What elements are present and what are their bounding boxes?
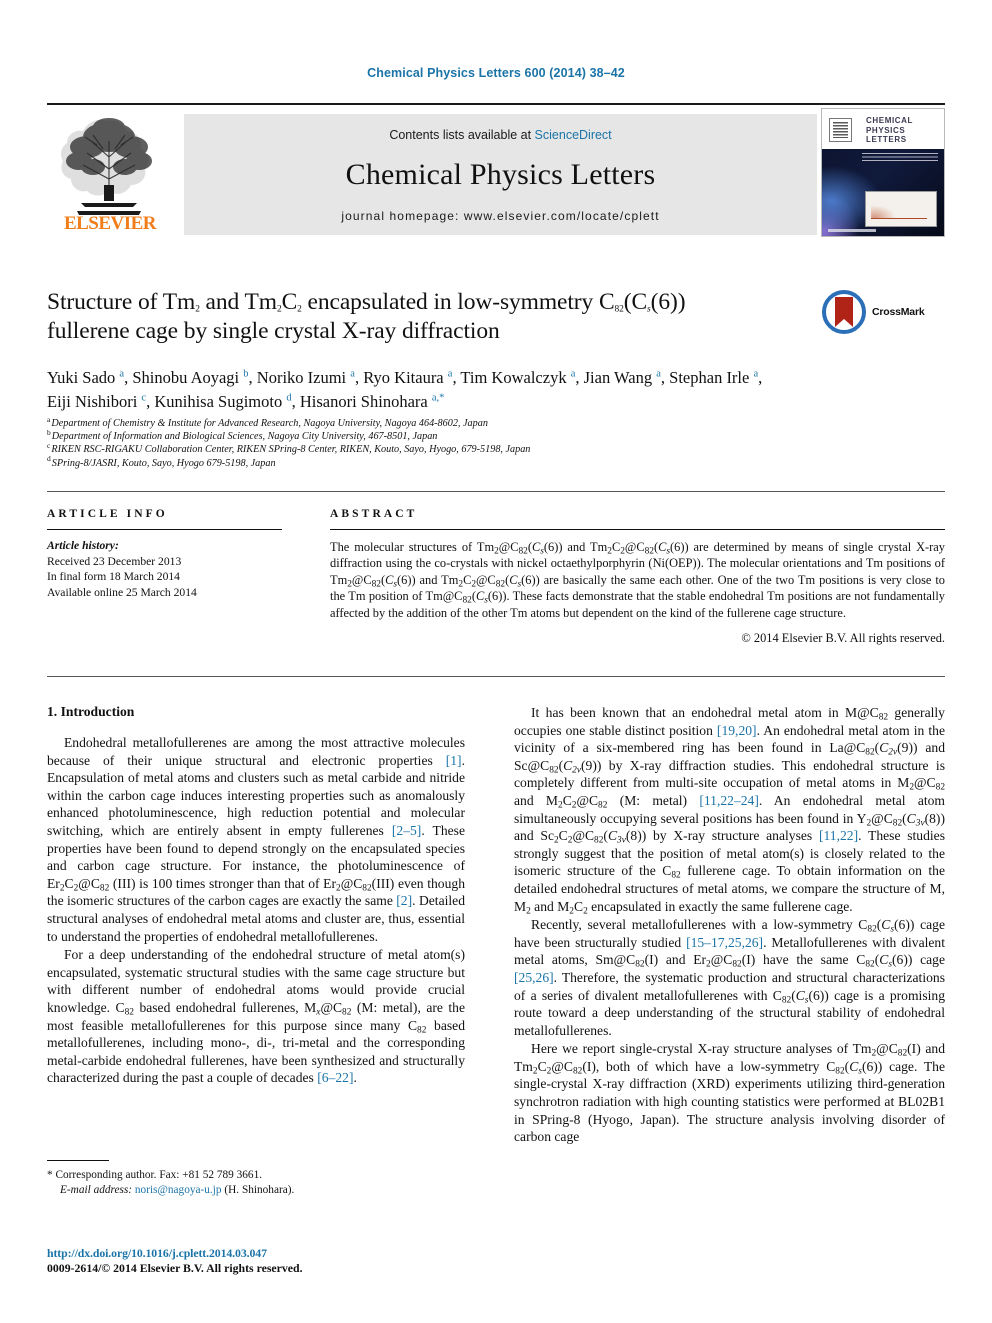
issn-copyright-line: 0009-2614/© 2014 Elsevier B.V. All right… bbox=[47, 1261, 303, 1276]
affiliation-item: bDepartment of Information and Biologica… bbox=[47, 427, 438, 443]
affiliation-item: aDepartment of Chemistry & Institute for… bbox=[47, 414, 488, 429]
abstract-text: The molecular structures of Tm2@C82(Cs(6… bbox=[330, 540, 945, 620]
author-item: Eiji Nishibori c, bbox=[47, 392, 155, 411]
running-head: Chemical Physics Letters 600 (2014) 38–4… bbox=[367, 66, 625, 80]
citation-link[interactable]: [2–5] bbox=[392, 823, 421, 838]
abstract-copyright: © 2014 Elsevier B.V. All rights reserved… bbox=[741, 631, 945, 646]
paragraph: It has been known that an endohedral met… bbox=[514, 705, 946, 917]
article-history-label: Article history: bbox=[47, 539, 119, 552]
article-history: Article history: Received 23 December 20… bbox=[47, 538, 282, 600]
contents-prefix: Contents lists available at bbox=[389, 128, 535, 142]
affiliation-list: aDepartment of Chemistry & Institute for… bbox=[47, 414, 747, 470]
paragraph: Endohedral metallofullerenes are among t… bbox=[47, 735, 465, 944]
affiliation-text: Department of Information and Biological… bbox=[51, 431, 438, 443]
article-info-heading: ARTICLE INFO bbox=[47, 508, 168, 520]
journal-cover-thumbnail: CHEMICAL PHYSICS LETTERS bbox=[821, 108, 945, 237]
author-item: Noriko Izumi a, bbox=[256, 368, 364, 387]
sciencedirect-link[interactable]: ScienceDirect bbox=[535, 128, 612, 142]
elsevier-logo: ELSEVIER bbox=[47, 111, 172, 236]
affiliation-text: SPring-8/JASRI, Kouto, Sayo, Hyogo 679-5… bbox=[51, 457, 276, 469]
paragraph: Here we report single-crystal X-ray stru… bbox=[514, 1041, 946, 1145]
affiliation-item: cRIKEN RSC-RIGAKU Collaboration Center, … bbox=[47, 441, 531, 456]
citation-link[interactable]: [6–22] bbox=[317, 1070, 353, 1085]
abstract-block: ABSTRACT The molecular structures of Tm2… bbox=[330, 508, 945, 646]
affiliation-item: dSPring-8/JASRI, Kouto, Sayo, Hyogo 679-… bbox=[47, 454, 276, 469]
footnote-body: * Corresponding author. Fax: +81 52 789 … bbox=[47, 1168, 465, 1197]
abstract-heading: ABSTRACT bbox=[330, 508, 418, 520]
publisher-footer: http://dx.doi.org/10.1016/j.cplett.2014.… bbox=[47, 1246, 477, 1277]
cover-journal-title: CHEMICAL PHYSICS LETTERS bbox=[866, 116, 913, 144]
cover-elsevier-icon bbox=[829, 118, 852, 142]
author-item: Ryo Kitaura a, bbox=[363, 368, 461, 387]
citation-link[interactable]: [11,22–24] bbox=[699, 793, 759, 808]
affiliation-text: RIKEN RSC-RIGAKU Collaboration Center, R… bbox=[51, 444, 531, 456]
section-heading-introduction: 1. Introduction bbox=[47, 704, 135, 719]
citation-link[interactable]: [15–17,25,26] bbox=[686, 935, 763, 950]
journal-masthead: ELSEVIER Contents lists available at Sci… bbox=[47, 103, 945, 238]
citation-link[interactable]: [11,22] bbox=[819, 828, 858, 843]
article-info-block: ARTICLE INFO Article history: Received 2… bbox=[47, 508, 282, 600]
affiliation-text: Department of Chemistry & Institute for … bbox=[51, 418, 488, 429]
author-item: Shinobu Aoyagi b, bbox=[132, 368, 257, 387]
cover-top-band: CHEMICAL PHYSICS LETTERS bbox=[822, 109, 944, 149]
corresponding-author-line: * Corresponding author. Fax: +81 52 789 … bbox=[47, 1169, 263, 1181]
footnote-divider bbox=[47, 1160, 109, 1161]
author-list: Yuki Sado a, Shinobu Aoyagi b, Noriko Iz… bbox=[47, 366, 945, 414]
citation-link[interactable]: [1] bbox=[446, 753, 462, 768]
article-final-form: In final form 18 March 2014 bbox=[47, 570, 180, 584]
doi-link[interactable]: http://dx.doi.org/10.1016/j.cplett.2014.… bbox=[47, 1246, 477, 1261]
crossmark-icon bbox=[822, 290, 866, 334]
title-line-2: fullerene cage by single crystal X-ray d… bbox=[47, 318, 500, 344]
contents-available-line: Contents lists available at ScienceDirec… bbox=[184, 128, 817, 142]
body-column-right: It has been known that an endohedral met… bbox=[514, 704, 945, 1147]
citation-link[interactable]: [25,26] bbox=[514, 970, 554, 985]
email-label: E-mail address: bbox=[60, 1183, 133, 1196]
cover-art-header-lines bbox=[862, 153, 938, 162]
email-line: E-mail address: noris@nagoya-u.jp (H. Sh… bbox=[47, 1183, 465, 1198]
crossmark-badge[interactable]: CrossMark bbox=[822, 290, 940, 336]
contents-banner: Contents lists available at ScienceDirec… bbox=[184, 114, 817, 235]
journal-homepage[interactable]: journal homepage: www.elsevier.com/locat… bbox=[184, 209, 817, 223]
article-received: Received 23 December 2013 bbox=[47, 554, 182, 568]
article-page: Chemical Physics Letters 600 (2014) 38–4… bbox=[0, 0, 992, 1323]
paragraph: Recently, several metallofullerenes with… bbox=[514, 917, 945, 1038]
author-item: Hisanori Shinohara a,* bbox=[299, 392, 445, 411]
elsevier-wordmark: ELSEVIER bbox=[63, 213, 157, 234]
info-divider-bottom bbox=[47, 676, 945, 677]
author-item: Jian Wang a, bbox=[583, 368, 670, 387]
corresponding-author-footnote: * Corresponding author. Fax: +81 52 789 … bbox=[47, 1160, 465, 1197]
body-column-left: 1. Introduction Endohedral metallofuller… bbox=[47, 704, 465, 1088]
title-line-1: Structure of Tm2 and Tm2C2 encapsulated … bbox=[47, 289, 686, 315]
author-item: Tim Kowalczyk a, bbox=[460, 368, 584, 387]
cover-artwork bbox=[822, 149, 944, 236]
email-link[interactable]: noris@nagoya-u.jp bbox=[135, 1184, 222, 1196]
citation-link[interactable]: [2] bbox=[396, 893, 412, 908]
cover-inset-figure bbox=[865, 191, 937, 227]
article-available-online: Available online 25 March 2014 bbox=[47, 585, 197, 599]
author-item: Yuki Sado a, bbox=[47, 368, 133, 387]
crossmark-label: CrossMark bbox=[872, 306, 925, 318]
page-title: Structure of Tm2 and Tm2C2 encapsulated … bbox=[47, 288, 817, 346]
cover-footer-bar bbox=[828, 229, 876, 232]
citation-link[interactable]: [19,20] bbox=[717, 723, 757, 738]
title-block: Structure of Tm2 and Tm2C2 encapsulated … bbox=[47, 288, 817, 346]
article-info-rule bbox=[47, 529, 282, 530]
paragraph: For a deep understanding of the endohedr… bbox=[47, 947, 465, 1086]
email-owner: (H. Shinohara). bbox=[224, 1183, 295, 1196]
author-item: Stephan Irle a, bbox=[669, 368, 763, 387]
author-item: Kunihisa Sugimoto d, bbox=[154, 392, 300, 411]
abstract-rule bbox=[330, 529, 945, 530]
journal-title: Chemical Physics Letters bbox=[345, 158, 656, 191]
info-divider-top bbox=[47, 491, 945, 492]
